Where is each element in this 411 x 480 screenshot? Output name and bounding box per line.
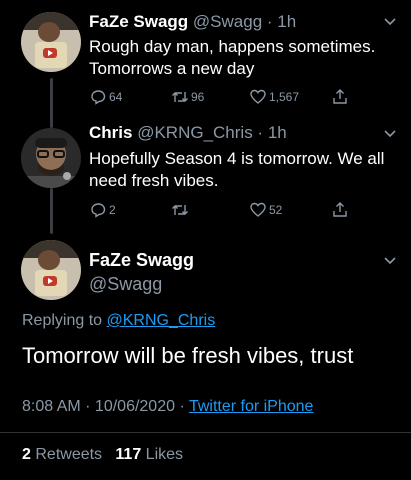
display-name[interactable]: Chris: [89, 123, 132, 142]
display-name[interactable]: FaZe Swagg: [89, 12, 188, 31]
avatar[interactable]: [21, 12, 81, 72]
likes-count: 117: [115, 446, 142, 463]
tweet-timestamp: 8:08 AM · 10/06/2020 ·: [22, 398, 185, 415]
avatar[interactable]: [21, 128, 81, 188]
reply-button[interactable]: 2: [89, 200, 116, 220]
replying-to: Replying to @KRNG_Chris: [22, 312, 215, 330]
tweet-header: FaZe Swagg @Swagg · 1h: [89, 12, 297, 31]
tweet-source-link[interactable]: Twitter for iPhone: [189, 398, 314, 415]
user-handle[interactable]: @Swagg: [193, 12, 262, 31]
avatar[interactable]: [21, 240, 81, 300]
chevron-down-icon[interactable]: [381, 251, 399, 269]
reply-icon: [91, 203, 106, 218]
share-icon: [333, 89, 347, 104]
likes-stat[interactable]: 117 Likes: [115, 446, 183, 463]
retweet-icon: [172, 92, 188, 102]
display-name[interactable]: FaZe Swagg: [89, 250, 194, 271]
likes-label: Likes: [145, 446, 184, 463]
retweet-icon: [172, 205, 188, 215]
retweets-label: Retweets: [35, 446, 103, 463]
share-icon: [333, 202, 347, 217]
thread-line: [50, 78, 53, 128]
replying-prefix: Replying to: [22, 312, 103, 329]
tweet-text: Rough day man, happens sometimes. Tomorr…: [89, 37, 376, 78]
retweets-stat[interactable]: 2 Retweets: [22, 446, 102, 463]
like-button[interactable]: 52: [249, 200, 282, 220]
retweet-button[interactable]: [171, 200, 191, 220]
tweet-text: Hopefully Season 4 is tomorrow. We all n…: [89, 149, 385, 190]
tweet-actions: 2 52: [89, 200, 359, 220]
user-handle[interactable]: @KRNG_Chris: [137, 123, 253, 142]
like-icon: [250, 202, 266, 217]
reply-count: 2: [109, 203, 116, 217]
tweet-stats: 2 Retweets 117 Likes: [22, 446, 183, 464]
reply-icon: [91, 90, 106, 105]
reply-count: 64: [109, 90, 123, 104]
tweet-meta: 8:08 AM · 10/06/2020 · Twitter for iPhon…: [22, 398, 313, 416]
tweet-time[interactable]: 1h: [277, 12, 296, 31]
retweet-button[interactable]: 96: [171, 87, 204, 107]
thread-line: [50, 188, 53, 234]
reply-button[interactable]: 64: [89, 87, 122, 107]
like-button[interactable]: 1,567: [249, 87, 299, 107]
tweet-text: Tomorrow will be fresh vibes, trust: [22, 343, 354, 368]
like-count: 52: [269, 203, 283, 217]
chevron-down-icon[interactable]: [381, 12, 399, 30]
user-handle[interactable]: @Swagg: [89, 274, 162, 295]
chevron-down-icon[interactable]: [381, 124, 399, 142]
like-icon: [250, 89, 266, 104]
share-button[interactable]: [331, 87, 349, 107]
tweet-time[interactable]: 1h: [268, 123, 287, 142]
retweets-count: 2: [22, 446, 31, 463]
retweet-count: 96: [191, 90, 205, 104]
share-button[interactable]: [331, 200, 349, 220]
tweet-header: Chris @KRNG_Chris · 1h: [89, 123, 287, 142]
divider: [0, 432, 411, 433]
replying-to-link[interactable]: @KRNG_Chris: [107, 312, 216, 329]
tweet-actions: 64 96 1,567: [89, 87, 359, 107]
like-count: 1,567: [269, 90, 300, 104]
